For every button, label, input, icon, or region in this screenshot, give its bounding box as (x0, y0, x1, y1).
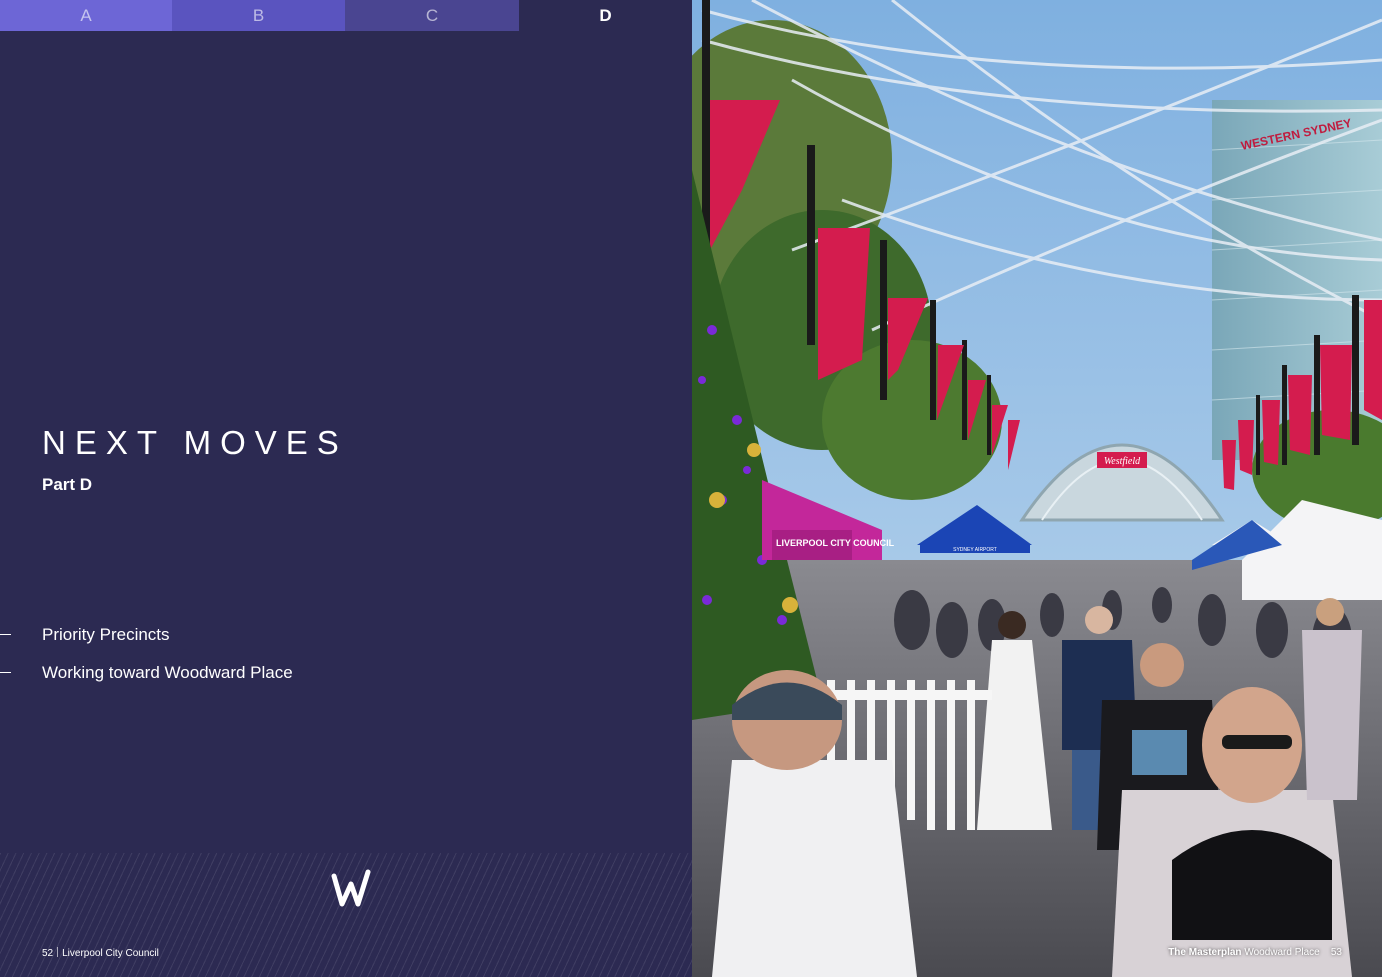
tab-c[interactable]: C (345, 0, 519, 31)
doc-title: The Masterplan (1168, 947, 1242, 958)
dash-icon (0, 634, 11, 635)
publisher-name: Liverpool City Council (62, 948, 159, 959)
footer-right: The Masterplan Woodward Place 53 (1168, 947, 1342, 958)
council-tent-sign: LIVERPOOL CITY COUNCIL (776, 538, 895, 548)
section-tabs: A B C D (0, 0, 692, 31)
doc-subtitle: Woodward Place (1244, 947, 1320, 958)
toc-item-label: Working toward Woodward Place (42, 663, 293, 682)
w-logo-icon (331, 869, 371, 907)
page-number: 53 (1330, 947, 1342, 958)
section-title: NEXT MOVES (42, 424, 348, 461)
toc-item-label: Priority Precincts (42, 625, 170, 644)
tab-a[interactable]: A (0, 0, 172, 31)
toc-item-working-toward-woodward-place[interactable]: Working toward Woodward Place (0, 660, 600, 698)
dash-icon (0, 672, 11, 673)
footer-divider (57, 947, 59, 957)
airport-tent-sign: SYDNEY AIRPORT (953, 547, 997, 553)
tab-b[interactable]: B (172, 0, 345, 31)
page-number: 52 (42, 948, 54, 959)
left-page: A B C D NEXT MOVES Part D Priority Preci… (0, 0, 692, 977)
tab-d[interactable]: D (519, 0, 692, 31)
photo-page: WESTERN SYDNEY Westfield LIVERPOOL CITY … (692, 0, 1382, 977)
table-of-contents: Priority Precincts Working toward Woodwa… (0, 622, 600, 698)
arch-sign: Westfield (1104, 456, 1141, 467)
section-subtitle: Part D (42, 475, 93, 494)
street-festival-photo: WESTERN SYDNEY Westfield LIVERPOOL CITY … (692, 0, 1382, 977)
toc-item-priority-precincts[interactable]: Priority Precincts (0, 622, 600, 660)
footer-left: 52 Liverpool City Council (42, 947, 159, 959)
